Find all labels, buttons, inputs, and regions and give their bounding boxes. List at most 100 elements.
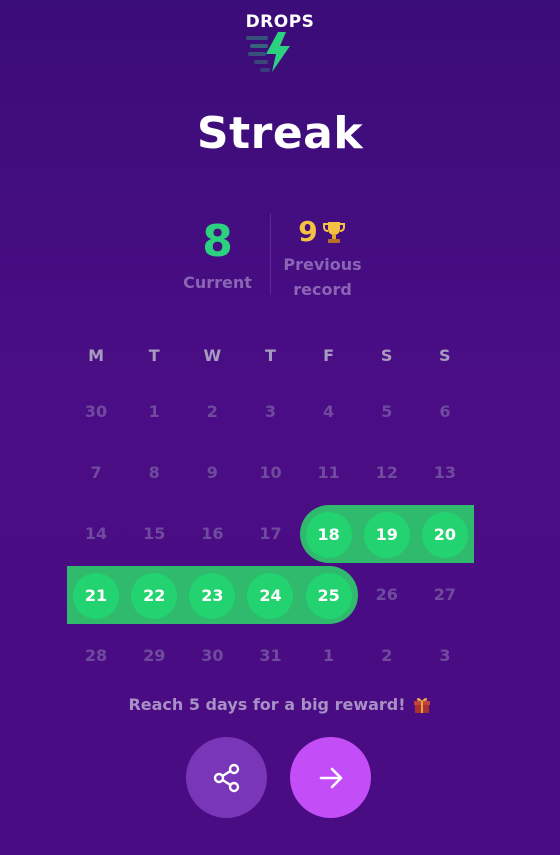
calendar-day-number: 16 — [201, 524, 224, 543]
streak-calendar: M T W T F S S 30 1 2 3 4 5 6 7 8 9 10 11 12 13 14 15 16 1… — [67, 336, 474, 686]
record-streak: 9 Previous record — [275, 213, 370, 301]
calendar-weeks: 30 1 2 3 4 5 6 7 8 9 10 11 12 13 14 15 16 17 18 19 20 21 22 23 2… — [67, 381, 474, 686]
calendar-day-streak: 20 — [416, 503, 474, 564]
calendar-day: 2 — [183, 381, 241, 442]
arrow-right-icon — [319, 767, 342, 788]
calendar-day-streak: 21 — [67, 564, 125, 625]
stats-divider — [270, 213, 271, 295]
weekday-label: T — [148, 346, 160, 365]
calendar-day-number: 3 — [439, 646, 451, 665]
calendar-day: 30 — [183, 625, 241, 686]
trophy-icon — [322, 222, 345, 243]
calendar-day-number: 22 — [131, 572, 178, 619]
record-streak-label-line1: Previous — [283, 255, 362, 274]
calendar-week: 14 15 16 17 18 19 20 — [67, 503, 474, 564]
share-button[interactable] — [186, 737, 267, 818]
calendar-day-number: 7 — [90, 463, 102, 482]
calendar-day-number: 30 — [201, 646, 224, 665]
weekday-label: F — [323, 346, 335, 365]
calendar-day-number: 21 — [73, 572, 120, 619]
calendar-day: 2 — [358, 625, 416, 686]
calendar-day: 4 — [300, 381, 358, 442]
reward-text: Reach 5 days for a big reward! — [128, 694, 406, 714]
streak-stats: 8 Current 9 Previous record — [0, 213, 560, 299]
calendar-day-number: 5 — [381, 402, 393, 421]
calendar-day-number: 2 — [206, 402, 218, 421]
calendar-day-streak: 25 — [300, 564, 358, 625]
page-title: Streak — [196, 108, 364, 159]
current-streak-label: Current — [183, 273, 252, 292]
calendar-day: 27 — [416, 564, 474, 625]
calendar-day-number: 14 — [84, 524, 108, 543]
brand-header: DROPS — [0, 12, 560, 74]
calendar-day: 17 — [241, 503, 299, 564]
calendar-day: 30 — [67, 381, 125, 442]
calendar-day-number: 12 — [375, 463, 398, 482]
weekday-label: W — [203, 346, 222, 365]
calendar-day-number: 1 — [323, 646, 335, 665]
calendar-weekday-header: M T W T F S S — [67, 336, 474, 376]
calendar-day-number: 1 — [148, 402, 160, 421]
calendar-day: 5 — [358, 381, 416, 442]
weekday-label: M — [88, 346, 105, 365]
calendar-day-number: 6 — [439, 402, 451, 421]
calendar-day-streak: 23 — [183, 564, 241, 625]
calendar-day-number: 17 — [259, 524, 282, 543]
calendar-day-number: 27 — [433, 585, 457, 604]
calendar-day: 1 — [125, 381, 183, 442]
calendar-day: 6 — [416, 381, 474, 442]
calendar-day: 3 — [416, 625, 474, 686]
record-streak-label-line2: record — [293, 280, 352, 299]
calendar-day-number: 23 — [189, 572, 236, 619]
calendar-day-streak: 24 — [241, 564, 299, 625]
calendar-day-streak: 18 — [300, 503, 358, 564]
calendar-day: 3 — [241, 381, 299, 442]
calendar-week: 21 22 23 24 25 26 27 — [67, 564, 474, 625]
calendar-day: 29 — [125, 625, 183, 686]
gift-icon — [413, 697, 430, 713]
calendar-day-number: 13 — [433, 463, 457, 482]
weekday-label: S — [380, 346, 393, 365]
calendar-day: 8 — [125, 442, 183, 503]
calendar-day-number: 19 — [363, 511, 410, 558]
calendar-day-number: 10 — [259, 463, 282, 482]
calendar-week: 28 29 30 31 1 2 3 — [67, 625, 474, 686]
calendar-day-number: 31 — [259, 646, 282, 665]
weekday-label: S — [439, 346, 451, 365]
lightning-bolt-icon — [246, 32, 290, 72]
calendar-day: 14 — [67, 503, 125, 564]
reward-hint: Reach 5 days for a big reward! — [0, 694, 560, 714]
calendar-day-number: 25 — [305, 572, 352, 619]
calendar-day-number: 30 — [84, 402, 108, 421]
calendar-day: 11 — [300, 442, 358, 503]
calendar-day: 13 — [416, 442, 474, 503]
calendar-day: 16 — [183, 503, 241, 564]
calendar-week: 7 8 9 10 11 12 13 — [67, 442, 474, 503]
calendar-day-number: 4 — [323, 402, 335, 421]
share-icon — [213, 763, 239, 792]
calendar-week: 30 1 2 3 4 5 6 — [67, 381, 474, 442]
calendar-day: 31 — [241, 625, 299, 686]
current-streak-value: 8 — [202, 216, 233, 267]
calendar-day: 9 — [183, 442, 241, 503]
calendar-day-number: 24 — [247, 572, 294, 619]
calendar-day-number: 11 — [317, 463, 340, 482]
calendar-day: 1 — [300, 625, 358, 686]
calendar-day-number: 3 — [264, 402, 277, 421]
calendar-day-number: 18 — [305, 511, 352, 558]
calendar-day: 26 — [358, 564, 416, 625]
calendar-day-number: 2 — [381, 646, 393, 665]
calendar-day-number: 8 — [148, 463, 160, 482]
calendar-day-number: 20 — [421, 511, 468, 558]
calendar-day-number: 9 — [206, 463, 218, 482]
calendar-day-streak: 19 — [358, 503, 416, 564]
calendar-day: 15 — [125, 503, 183, 564]
calendar-day-streak: 22 — [125, 564, 183, 625]
calendar-day: 10 — [241, 442, 299, 503]
record-streak-value: 9 — [298, 215, 318, 248]
calendar-day-number: 26 — [375, 585, 398, 604]
calendar-day-number: 29 — [143, 646, 166, 665]
calendar-day: 28 — [67, 625, 125, 686]
continue-button[interactable] — [290, 737, 371, 818]
current-streak: 8 Current — [170, 213, 265, 294]
